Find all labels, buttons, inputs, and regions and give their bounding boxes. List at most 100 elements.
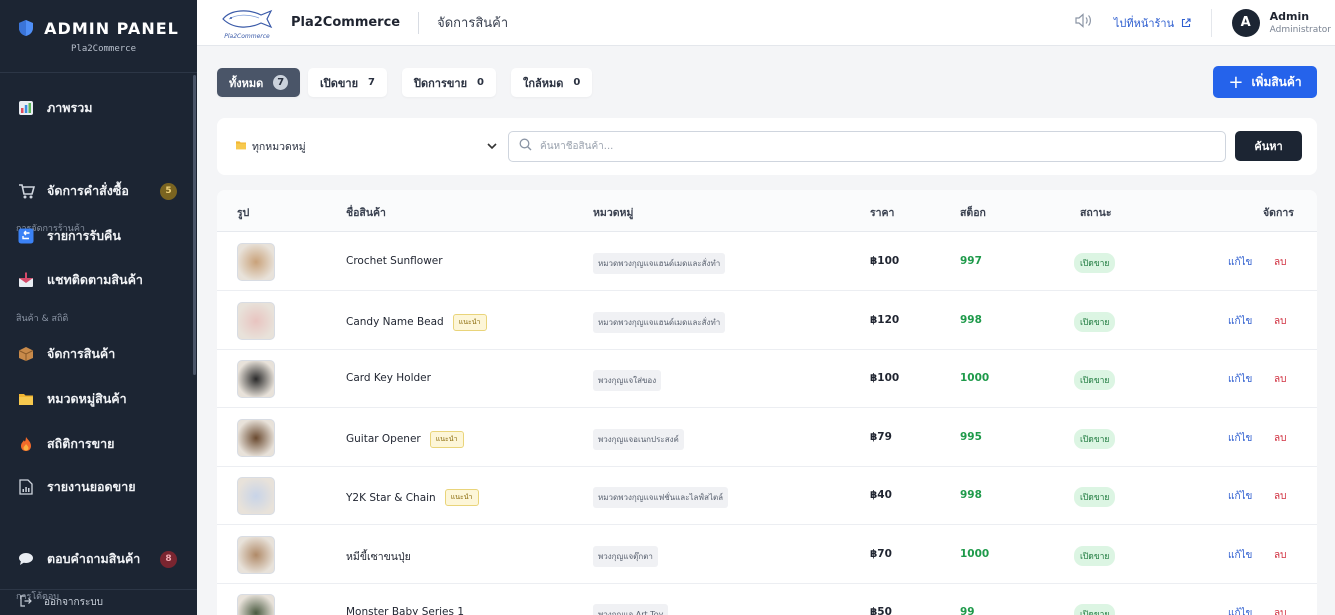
search-input[interactable]: [540, 141, 1200, 152]
product-stock: 99: [960, 606, 975, 615]
table-row: Guitar Opener แนะนำ พวงกุญแจอเนกประสงค์ ฿79…: [217, 408, 1317, 467]
header-divider: [418, 11, 420, 34]
product-name[interactable]: Guitar Opener: [346, 433, 421, 445]
product-name[interactable]: Crochet Sunflower: [346, 255, 443, 267]
add-product-button[interactable]: + เพิ่มสินค้า: [1213, 66, 1317, 98]
edit-button[interactable]: แก้ไข: [1228, 255, 1252, 270]
sidebar-item-categories[interactable]: หมวดหมู่สินค้า: [0, 382, 197, 416]
sidebar-item-returns[interactable]: รายการรับคืน: [0, 219, 197, 253]
product-name-cell: Guitar Opener แนะนำ: [346, 430, 464, 448]
delete-button[interactable]: ลบ: [1274, 314, 1286, 329]
page-title: จัดการสินค้า: [437, 16, 509, 31]
product-name[interactable]: Monster Baby Series 1: [346, 606, 464, 615]
logo-text: Pla2Commerce: [224, 33, 270, 40]
edit-button[interactable]: แก้ไข: [1228, 314, 1252, 329]
go-to-store-link[interactable]: ไปที่หน้าร้าน: [1114, 14, 1191, 32]
product-price: ฿50: [870, 606, 892, 615]
product-name[interactable]: Y2K Star & Chain: [346, 492, 436, 504]
table-header: รูป ชื่อสินค้า หมวดหมู่ ราคา สต็อก สถานะ…: [217, 190, 1317, 232]
sidebar-item-orders[interactable]: จัดการคำสั่งซื้อ 5: [0, 174, 197, 208]
sidebar-item-overview[interactable]: ภาพรวม: [0, 91, 197, 125]
status-badge: เปิดขาย: [1074, 604, 1116, 615]
product-thumbnail[interactable]: [237, 418, 275, 457]
delete-button[interactable]: ลบ: [1274, 489, 1286, 504]
folder-icon: [235, 140, 247, 153]
edit-button[interactable]: แก้ไข: [1228, 606, 1252, 615]
search-button[interactable]: ค้นหา: [1235, 131, 1302, 161]
delete-button[interactable]: ลบ: [1274, 548, 1286, 563]
status-badge: เปิดขาย: [1074, 545, 1116, 566]
table-row: Y2K Star & Chain แนะนำ หมวดพวงกุญแจแฟชั่นแ…: [217, 466, 1317, 525]
product-thumbnail[interactable]: [237, 301, 275, 340]
sidebar-item-label: จัดการสินค้า: [47, 346, 116, 361]
product-thumbnail[interactable]: [237, 243, 275, 281]
product-name[interactable]: Card Key Holder: [346, 372, 431, 384]
edit-button[interactable]: แก้ไข: [1228, 548, 1252, 563]
product-thumbnail[interactable]: [237, 594, 275, 615]
sidebar-brand: ADMIN PANEL Pla2Commerce: [0, 0, 197, 73]
product-category: พวงกุญแจใส่ของ: [593, 370, 662, 391]
recommended-badge: แนะนำ: [429, 430, 464, 448]
add-product-label: เพิ่มสินค้า: [1251, 74, 1302, 89]
category-select[interactable]: ทุกหมวดหมู่: [235, 136, 497, 156]
category-select-value: ทุกหมวดหมู่: [252, 140, 306, 153]
status-badge: เปิดขาย: [1074, 311, 1116, 332]
filter-card: ทุกหมวดหมู่ ค้นหา: [217, 118, 1317, 175]
product-name[interactable]: Candy Name Bead: [346, 316, 444, 328]
edit-button[interactable]: แก้ไข: [1228, 431, 1252, 446]
product-name-cell: Monster Baby Series 1: [346, 606, 464, 615]
product-name[interactable]: หมีขี้เซาขนปุ่ย: [346, 548, 411, 565]
search-field[interactable]: [508, 131, 1226, 162]
sidebar-item-questions[interactable]: ตอบคำถามสินค้า 8: [0, 542, 197, 576]
edit-button[interactable]: แก้ไข: [1228, 372, 1252, 387]
sidebar-item-stats[interactable]: สถิติการขาย: [0, 427, 197, 461]
folder-icon: [17, 390, 35, 408]
fire-icon: [17, 435, 35, 453]
tab-label: ทั้งหมด: [229, 76, 264, 90]
store-logo[interactable]: Pla2Commerce: [219, 5, 275, 41]
product-thumbnail[interactable]: [237, 360, 275, 398]
table-row: Card Key Holder พวงกุญแจใส่ของ ฿100 1000 เปิ…: [217, 349, 1317, 408]
sidebar-subtitle: Pla2Commerce: [70, 43, 137, 54]
tab-count: 0: [573, 77, 581, 88]
logout-button[interactable]: ออกจากระบบ: [0, 589, 197, 615]
product-category: หมวดพวงกุญแจแฮนด์เมดและสั่งทำ: [593, 253, 726, 274]
edit-button[interactable]: แก้ไข: [1228, 489, 1252, 504]
delete-button[interactable]: ลบ: [1274, 431, 1286, 446]
sidebar: ADMIN PANEL Pla2Commerce ภาพรวม การจัดกา…: [0, 0, 197, 615]
table-row: Monster Baby Series 1 พวงกุญแจ Art Toy ฿50…: [217, 583, 1317, 615]
sidebar-item-chat[interactable]: แชทติดตามสินค้า: [0, 263, 197, 297]
product-name-cell: Crochet Sunflower: [346, 255, 443, 267]
tab-all[interactable]: ทั้งหมด 7: [217, 68, 301, 97]
speaker-icon[interactable]: [1075, 13, 1092, 32]
product-name-cell: หมีขี้เซาขนปุ่ย: [346, 548, 411, 565]
tab-low-stock[interactable]: ใกล้หมด 0: [511, 68, 593, 97]
col-header-image: รูป: [237, 207, 250, 219]
tab-count: 7: [273, 75, 289, 90]
box-icon: [17, 345, 35, 363]
delete-button[interactable]: ลบ: [1274, 255, 1286, 270]
sidebar-item-report[interactable]: รายงานยอดขาย: [0, 470, 197, 504]
store-name[interactable]: Pla2Commerce: [291, 15, 400, 30]
status-badge: เปิดขาย: [1074, 370, 1116, 390]
tab-count: 0: [477, 77, 484, 88]
product-thumbnail[interactable]: [237, 477, 275, 515]
sidebar-item-label: แชทติดตามสินค้า: [47, 272, 143, 287]
orders-count-badge: 5: [160, 182, 177, 200]
tab-closed[interactable]: ปิดการขาย 0: [402, 68, 496, 97]
tab-on-sale[interactable]: เปิดขาย 7: [308, 68, 387, 97]
product-price: ฿120: [870, 313, 900, 326]
user-info[interactable]: Admin Administrator: [1270, 10, 1331, 35]
status-badge: เปิดขาย: [1074, 253, 1116, 273]
product-price: ฿79: [870, 430, 892, 443]
sidebar-item-products[interactable]: จัดการสินค้า: [0, 337, 197, 371]
sidebar-item-label: รายงานยอดขาย: [47, 479, 136, 494]
delete-button[interactable]: ลบ: [1274, 606, 1286, 615]
tab-label: ใกล้หมด: [523, 76, 564, 90]
delete-button[interactable]: ลบ: [1274, 372, 1286, 387]
questions-count-badge: 8: [160, 550, 177, 568]
avatar[interactable]: A: [1231, 8, 1260, 37]
product-thumbnail[interactable]: [237, 535, 275, 574]
product-stock: 995: [960, 430, 982, 443]
product-stock: 1000: [960, 372, 990, 384]
